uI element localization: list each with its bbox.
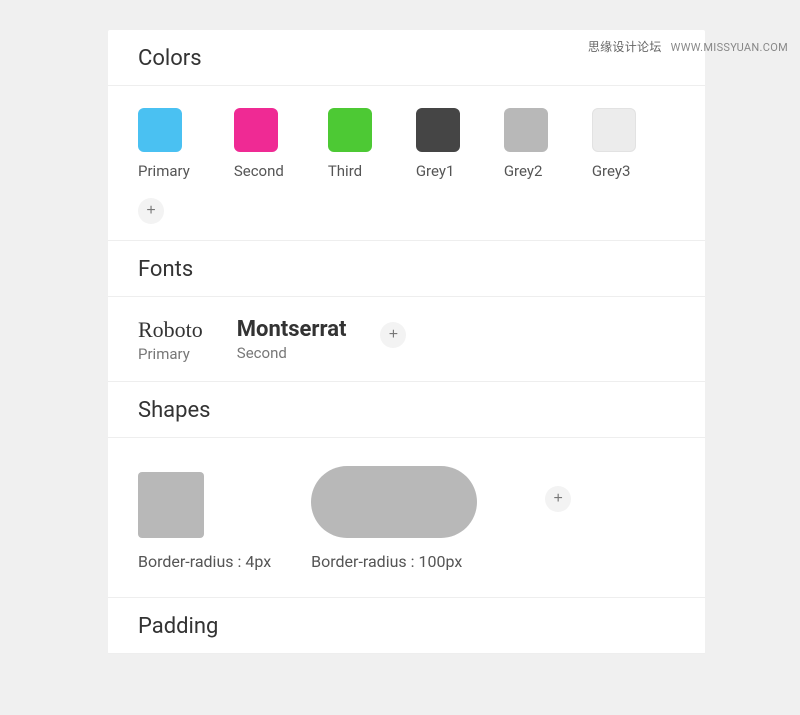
shapes-row: Border-radius : 4px Border-radius : 100p… [138,460,675,577]
shapes-content: Border-radius : 4px Border-radius : 100p… [108,438,705,598]
colors-add-row: + [138,198,675,224]
plus-icon: + [146,202,155,220]
font-primary[interactable]: Roboto Primary [138,317,203,363]
watermark-url: WWW.MISSYUAN.COM [671,41,788,54]
colors-content: Primary Second Third Grey1 Grey2 Grey3 [108,86,705,241]
color-label-grey1: Grey1 [416,162,455,180]
swatch-third [328,108,372,152]
color-label-second: Second [234,162,284,180]
add-shape-button[interactable]: + [545,486,571,512]
swatch-second [234,108,278,152]
style-panel: Colors Primary Second Third Grey1 Grey2 [108,30,705,654]
swatch-grey1 [416,108,460,152]
font-name-primary: Roboto [138,317,203,343]
fonts-header: Fonts [108,241,705,297]
fonts-row: Roboto Primary Montserrat Second + [138,317,675,363]
swatch-grey2 [504,108,548,152]
color-grey2[interactable]: Grey2 [504,108,548,180]
color-label-grey3: Grey3 [592,162,631,180]
shape-square-item[interactable]: Border-radius : 4px [138,472,271,571]
color-label-grey2: Grey2 [504,162,543,180]
color-grey3[interactable]: Grey3 [592,108,636,180]
shape-pill-item[interactable]: Border-radius : 100px [311,466,477,571]
color-label-primary: Primary [138,162,190,180]
color-label-third: Third [328,162,362,180]
plus-icon: + [389,326,398,344]
font-name-second: Montserrat [237,317,347,342]
color-grey1[interactable]: Grey1 [416,108,460,180]
plus-icon: + [553,490,562,508]
add-color-button[interactable]: + [138,198,164,224]
color-primary[interactable]: Primary [138,108,190,180]
font-label-second: Second [237,344,287,362]
shape-pill [311,466,477,538]
shapes-header: Shapes [108,382,705,438]
fonts-content: Roboto Primary Montserrat Second + [108,297,705,382]
watermark: 思缘设计论坛 WWW.MISSYUAN.COM [588,38,788,55]
color-second[interactable]: Second [234,108,284,180]
add-font-button[interactable]: + [380,322,406,348]
padding-header: Padding [108,598,705,654]
watermark-cn: 思缘设计论坛 [588,40,662,54]
swatch-primary [138,108,182,152]
font-label-primary: Primary [138,345,190,363]
font-second[interactable]: Montserrat Second [237,317,347,362]
shape-label-pill: Border-radius : 100px [311,552,462,571]
color-third[interactable]: Third [328,108,372,180]
shape-square [138,472,204,538]
swatch-grey3 [592,108,636,152]
colors-row: Primary Second Third Grey1 Grey2 Grey3 [138,108,675,180]
shape-label-square: Border-radius : 4px [138,552,271,571]
